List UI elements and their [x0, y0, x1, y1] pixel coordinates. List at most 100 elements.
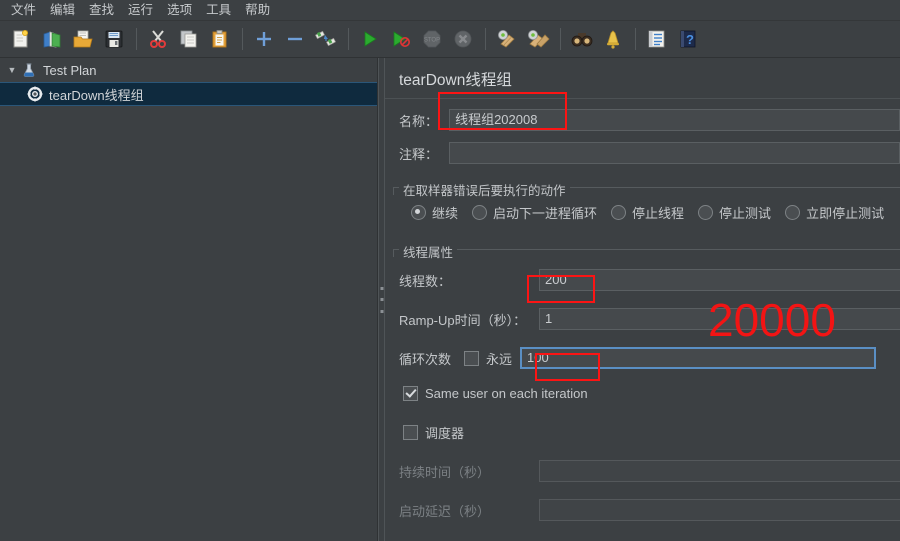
test-plan-tree: ▼ Test Plan tearDown线程组	[0, 58, 378, 541]
duration-row: 持续时间（秒）	[385, 460, 900, 482]
radio-dot-icon	[785, 205, 801, 220]
toolbar-separator	[560, 28, 561, 50]
copy-icon[interactable]	[174, 24, 204, 54]
menu-help[interactable]: 帮助	[238, 1, 277, 20]
radio-dot-icon	[472, 205, 488, 220]
radio-continue-label: 继续	[432, 206, 459, 221]
loops-input[interactable]	[520, 347, 877, 369]
name-input[interactable]	[449, 109, 900, 131]
menu-file[interactable]: 文件	[4, 1, 43, 20]
radio-stop-test[interactable]: 停止测试	[698, 203, 771, 222]
help-book-icon[interactable]: ?	[673, 24, 703, 54]
menu-bar: 文件 编辑 查找 运行 选项 工具 帮助	[0, 0, 900, 21]
same-user-label: Same user on each iteration	[425, 386, 588, 401]
checkbox-box-icon	[403, 386, 418, 401]
rampup-input[interactable]	[539, 308, 900, 330]
error-action-radio-group: 继续 启动下一进程循环 停止线程 停止测试 立即停止测试	[411, 203, 884, 222]
menu-tools[interactable]: 工具	[199, 1, 238, 20]
tree-node-teardown-thread-group-label: tearDown线程组	[49, 87, 144, 103]
page-title: tearDown线程组	[399, 72, 512, 89]
main-split: ▼ Test Plan tearDown线程组 tearDown线程组 名称： …	[0, 58, 900, 541]
templates-icon[interactable]	[37, 24, 67, 54]
chevron-down-icon[interactable]: ▼	[4, 65, 20, 75]
start-play-icon[interactable]	[355, 24, 385, 54]
loops-label: 循环次数	[399, 351, 452, 367]
radio-stop-test-label: 停止测试	[719, 206, 772, 221]
save-icon[interactable]	[99, 24, 129, 54]
error-action-group: 在取样器错误后要执行的动作 继续 启动下一进程循环 停止线程 停止测试 立即停止…	[385, 179, 900, 235]
name-row: 名称：	[385, 109, 900, 131]
radio-stop-thread[interactable]: 停止线程	[611, 203, 684, 222]
thread-properties-group: 线程属性 线程数： Ramp-Up时间（秒）： 循环次数 永远	[385, 241, 900, 541]
function-helper-icon[interactable]	[598, 24, 628, 54]
comment-label: 注释：	[399, 146, 439, 162]
start-no-timers-icon[interactable]	[386, 24, 416, 54]
startup-delay-label: 启动延迟（秒）	[399, 503, 491, 519]
same-user-checkbox[interactable]: Same user on each iteration	[403, 386, 588, 401]
rampup-label: Ramp-Up时间（秒）：	[399, 312, 527, 328]
templates-list-icon[interactable]	[642, 24, 672, 54]
tree-node-test-plan[interactable]: ▼ Test Plan	[0, 58, 377, 82]
minus-collapse-icon[interactable]	[280, 24, 310, 54]
toolbar-separator	[635, 28, 636, 50]
comment-row: 注释：	[385, 142, 900, 164]
tree-node-teardown-thread-group[interactable]: tearDown线程组	[0, 82, 377, 106]
open-folder-icon[interactable]	[68, 24, 98, 54]
split-pane-grip	[380, 286, 383, 313]
thread-group-editor: tearDown线程组 名称： 注释： 在取样器错误后要执行的动作	[385, 58, 900, 541]
toggle-icon[interactable]	[311, 24, 341, 54]
radio-dot-icon	[611, 205, 627, 220]
threads-label: 线程数：	[399, 273, 452, 289]
scheduler-label: 调度器	[425, 426, 465, 441]
threads-row: 线程数：	[385, 269, 900, 291]
scheduler-checkbox[interactable]: 调度器	[403, 423, 464, 442]
menu-edit[interactable]: 编辑	[43, 1, 82, 20]
name-label: 名称：	[399, 113, 439, 129]
thread-properties-group-title: 线程属性	[399, 242, 458, 261]
toolbar: STOP ?	[0, 21, 900, 58]
jmeter-window: 文件 编辑 查找 运行 选项 工具 帮助 STOP ? ▼ Test Plan …	[0, 0, 900, 541]
split-pane-divider[interactable]	[378, 58, 385, 541]
radio-start-next-loop[interactable]: 启动下一进程循环	[472, 203, 597, 222]
toolbar-separator	[485, 28, 486, 50]
stop-icon: STOP	[417, 24, 447, 54]
duration-input	[539, 460, 900, 482]
error-action-group-title: 在取样器错误后要执行的动作	[399, 180, 570, 199]
clear-icon[interactable]	[492, 24, 522, 54]
duration-label: 持续时间（秒）	[399, 464, 491, 480]
paste-clipboard-icon[interactable]	[205, 24, 235, 54]
shutdown-icon	[448, 24, 478, 54]
tree-node-test-plan-label: Test Plan	[43, 62, 97, 78]
search-binoculars-icon[interactable]	[567, 24, 597, 54]
new-document-icon[interactable]	[6, 24, 36, 54]
loops-row: 循环次数 永远	[385, 347, 900, 369]
cut-scissors-icon[interactable]	[143, 24, 173, 54]
radio-stop-test-now[interactable]: 立即停止测试	[785, 203, 884, 222]
title-divider	[385, 98, 900, 99]
comment-input[interactable]	[449, 142, 900, 164]
clear-all-icon[interactable]	[523, 24, 553, 54]
svg-text:?: ?	[686, 32, 694, 47]
radio-continue[interactable]: 继续	[411, 203, 458, 222]
startup-delay-row: 启动延迟（秒）	[385, 499, 900, 521]
menu-search[interactable]: 查找	[82, 1, 121, 20]
scheduler-row: 调度器	[385, 423, 900, 442]
checkbox-box-icon	[464, 350, 479, 366]
menu-run[interactable]: 运行	[121, 1, 160, 20]
toolbar-separator	[136, 28, 137, 50]
threads-input[interactable]	[539, 269, 900, 291]
plus-expand-icon[interactable]	[249, 24, 279, 54]
same-user-row: Same user on each iteration	[385, 386, 900, 401]
toolbar-separator	[348, 28, 349, 50]
test-plan-icon	[20, 61, 38, 79]
radio-dot-icon	[411, 205, 426, 220]
radio-dot-icon	[698, 205, 714, 220]
teardown-thread-group-icon	[26, 85, 44, 103]
menu-options[interactable]: 选项	[160, 1, 199, 20]
svg-text:STOP: STOP	[424, 38, 440, 44]
radio-stop-thread-label: 停止线程	[632, 206, 685, 221]
radio-stop-test-now-label: 立即停止测试	[806, 206, 885, 221]
toolbar-separator	[242, 28, 243, 50]
forever-checkbox[interactable]: 永远	[464, 349, 512, 368]
forever-label: 永远	[486, 351, 513, 367]
